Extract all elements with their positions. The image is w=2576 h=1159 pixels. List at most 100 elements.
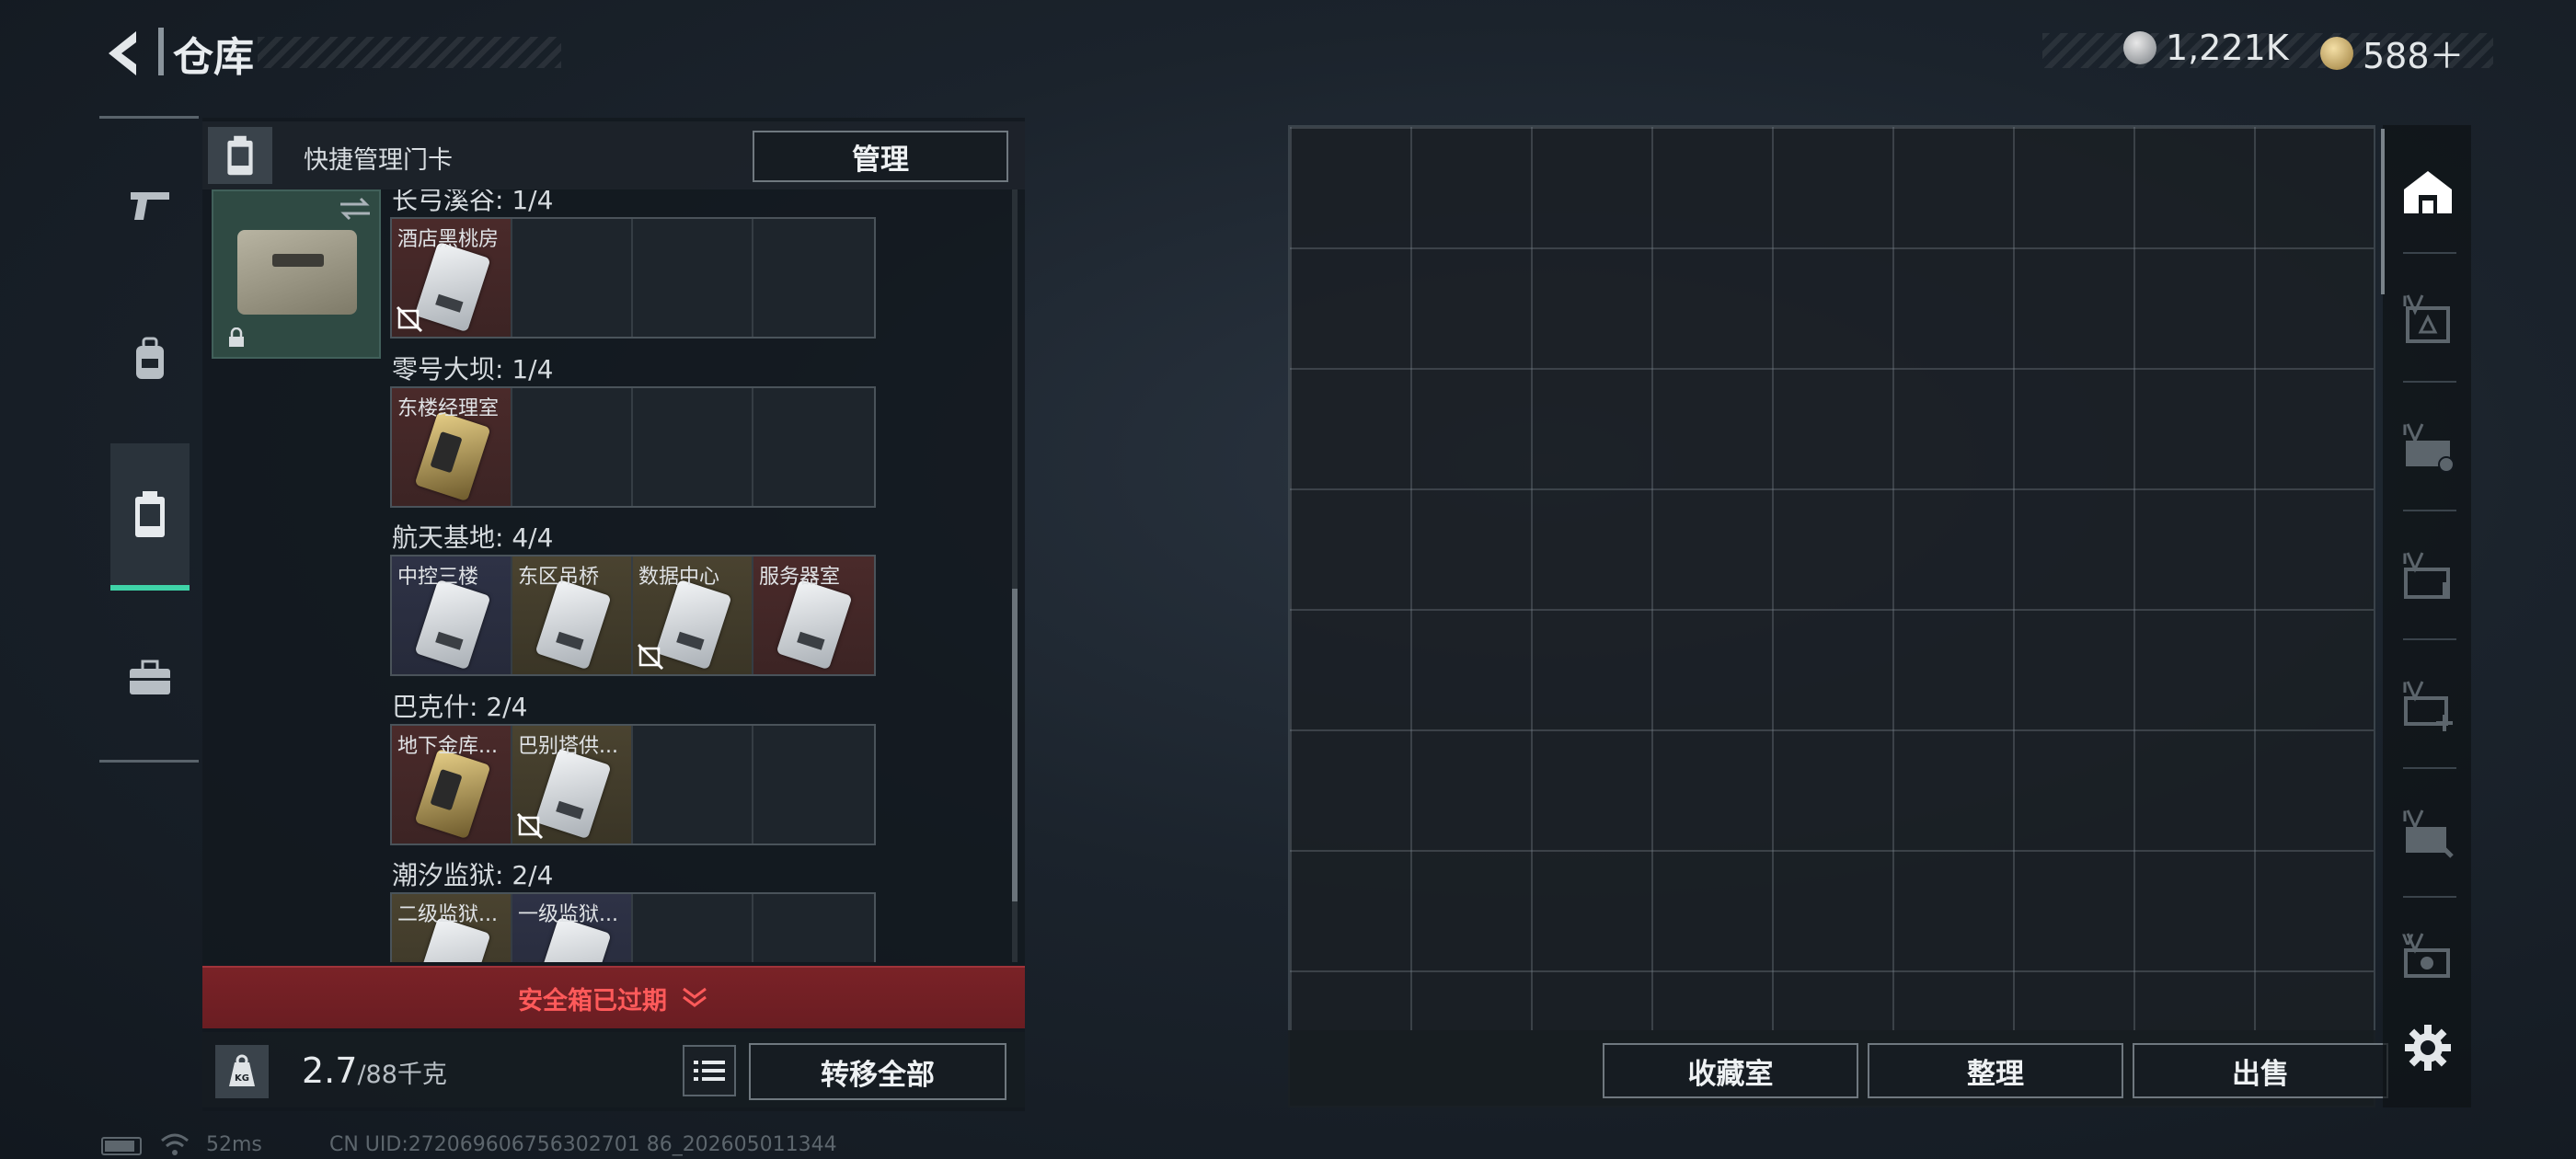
storage-tab-1[interactable]: I xyxy=(2390,281,2466,357)
keycard-item[interactable]: 一级监狱... xyxy=(512,894,633,962)
empty-keycard-slot[interactable] xyxy=(753,388,874,506)
empty-keycard-slot[interactable] xyxy=(633,894,753,962)
storage-tab-6[interactable]: V xyxy=(2390,920,2466,995)
storage-tab-5-icon: I xyxy=(2402,808,2454,858)
gold-currency[interactable]: 588＋ xyxy=(2320,28,2465,78)
storage-tab-4-icon: I xyxy=(2402,679,2453,731)
back-arrow-icon xyxy=(109,31,136,75)
svg-text:I: I xyxy=(2402,421,2408,439)
storage-tab-3[interactable]: I xyxy=(2390,539,2466,614)
rail-keycards-tab[interactable] xyxy=(110,443,190,591)
keycard-item[interactable]: 东楼经理室 xyxy=(392,388,512,506)
silver-coin-icon xyxy=(2123,31,2156,64)
safebox-expired-banner[interactable]: 安全箱已过期 xyxy=(202,966,1025,1028)
map-group-label: 零号大坝: 1/4 xyxy=(392,354,554,384)
keycard-name: 东楼经理室 xyxy=(397,397,500,420)
keycard-item[interactable]: 巴别塔供... xyxy=(512,726,633,843)
sell-button[interactable]: 出售 xyxy=(2133,1043,2388,1098)
keycard-row: 酒店黑桃房 xyxy=(390,217,876,339)
keycard-item[interactable]: 中控三楼 xyxy=(392,557,512,674)
keycard-name: 中控三楼 xyxy=(397,566,479,589)
pistol-icon xyxy=(131,192,169,220)
page-title: 仓库 xyxy=(173,34,254,81)
silver-currency: 1,221K xyxy=(2123,28,2289,68)
gold-coin-icon xyxy=(2320,36,2353,70)
keycard-name: 二级监狱... xyxy=(397,903,498,926)
list-view-button[interactable] xyxy=(683,1045,736,1096)
panel-header-text: 快捷管理门卡 xyxy=(304,146,453,175)
storage-tab-4[interactable]: I xyxy=(2390,668,2466,743)
keycard-list[interactable]: 长弓溪谷: 1/4 酒店黑桃房 零号大坝: 1/4 东楼经理室 航天基地: 4/4 中控三… xyxy=(386,189,1021,962)
keycard-image xyxy=(414,410,491,502)
backpack-icon xyxy=(136,337,164,379)
svg-text:I: I xyxy=(2402,550,2408,568)
empty-keycard-slot[interactable] xyxy=(633,726,753,843)
keycard-case-icon xyxy=(135,491,165,537)
battery-icon xyxy=(101,1137,142,1155)
carry-weight-value: 2.7 xyxy=(302,1050,358,1091)
empty-keycard-slot[interactable] xyxy=(753,219,874,337)
empty-keycard-slot[interactable] xyxy=(512,388,633,506)
back-button[interactable] xyxy=(99,26,145,81)
keycard-case-stripe xyxy=(272,254,324,267)
rail-weapons-tab[interactable] xyxy=(110,166,190,245)
weight-icon: KG xyxy=(215,1045,269,1098)
empty-keycard-slot[interactable] xyxy=(753,894,874,962)
no-trade-icon xyxy=(637,643,664,671)
map-group-label: 巴克什: 2/4 xyxy=(392,692,528,722)
storage-tab-3-icon: I xyxy=(2402,550,2450,599)
storage-tab-2-icon: I xyxy=(2402,421,2455,473)
sort-button[interactable]: 整理 xyxy=(1868,1043,2123,1098)
keycard-image xyxy=(414,241,491,333)
ping-value: 52ms xyxy=(206,1133,262,1156)
storage-tab-1-icon: I xyxy=(2402,293,2450,343)
rail-equipment-tab[interactable] xyxy=(110,320,190,399)
keycard-item[interactable]: 二级监狱... xyxy=(392,894,512,962)
map-group-label: 潮汐监狱: 2/4 xyxy=(392,860,554,890)
keycard-image xyxy=(776,579,853,671)
storage-tab-2[interactable]: I xyxy=(2390,410,2466,486)
silver-currency-value: 1,221K xyxy=(2166,28,2289,68)
no-trade-icon xyxy=(516,812,544,840)
storage-grid[interactable] xyxy=(1290,127,2374,1030)
storage-tabs-scroll-indicator xyxy=(2381,129,2385,294)
keycard-item[interactable]: 服务器室 xyxy=(753,557,874,674)
map-group-label: 航天基地: 4/4 xyxy=(392,522,554,553)
title-decoration xyxy=(258,37,561,68)
swap-icon[interactable] xyxy=(337,195,374,223)
keycard-name: 地下金库... xyxy=(397,735,498,758)
rail-top-line xyxy=(99,116,199,119)
keycard-name: 东区吊桥 xyxy=(518,566,600,589)
svg-text:I: I xyxy=(2402,808,2408,825)
rail-separator xyxy=(2403,510,2456,511)
keycard-row: 地下金库... 巴别塔供... xyxy=(390,724,876,845)
gold-currency-value: 588＋ xyxy=(2363,36,2465,76)
keycard-case-header-icon xyxy=(208,127,272,184)
keycard-row: 中控三楼 东区吊桥 数据中心 服务器室 xyxy=(390,555,876,676)
empty-keycard-slot[interactable] xyxy=(753,726,874,843)
rail-items-tab[interactable] xyxy=(110,638,190,717)
empty-keycard-slot[interactable] xyxy=(512,219,633,337)
empty-keycard-slot[interactable] xyxy=(633,388,753,506)
carry-weight: 2.7/88千克 xyxy=(302,1050,447,1091)
keycard-name: 巴别塔供... xyxy=(518,735,618,758)
collection-room-button[interactable]: 收藏室 xyxy=(1603,1043,1858,1098)
keycard-list-scroll-thumb[interactable] xyxy=(1012,589,1018,901)
storage-home-tab[interactable] xyxy=(2390,155,2466,230)
keycard-item[interactable]: 酒店黑桃房 xyxy=(392,219,512,337)
settings-button[interactable] xyxy=(2390,1010,2466,1085)
manage-button[interactable]: 管理 xyxy=(753,131,1008,182)
keycard-item[interactable]: 数据中心 xyxy=(633,557,753,674)
empty-keycard-slot[interactable] xyxy=(633,219,753,337)
weight-icon-label: KG xyxy=(235,1073,249,1084)
map-group-label: 长弓溪谷: 1/4 xyxy=(392,189,554,215)
storage-tab-5[interactable]: I xyxy=(2390,797,2466,872)
gear-icon xyxy=(2405,1025,2451,1071)
transfer-all-button[interactable]: 转移全部 xyxy=(749,1043,1006,1100)
keycard-item[interactable]: 东区吊桥 xyxy=(512,557,633,674)
storage-home-icon xyxy=(2404,171,2452,213)
keycard-item[interactable]: 地下金库... xyxy=(392,726,512,843)
keycard-name: 数据中心 xyxy=(638,566,720,589)
toolbox-icon xyxy=(130,660,170,694)
rail-separator xyxy=(2403,896,2456,898)
